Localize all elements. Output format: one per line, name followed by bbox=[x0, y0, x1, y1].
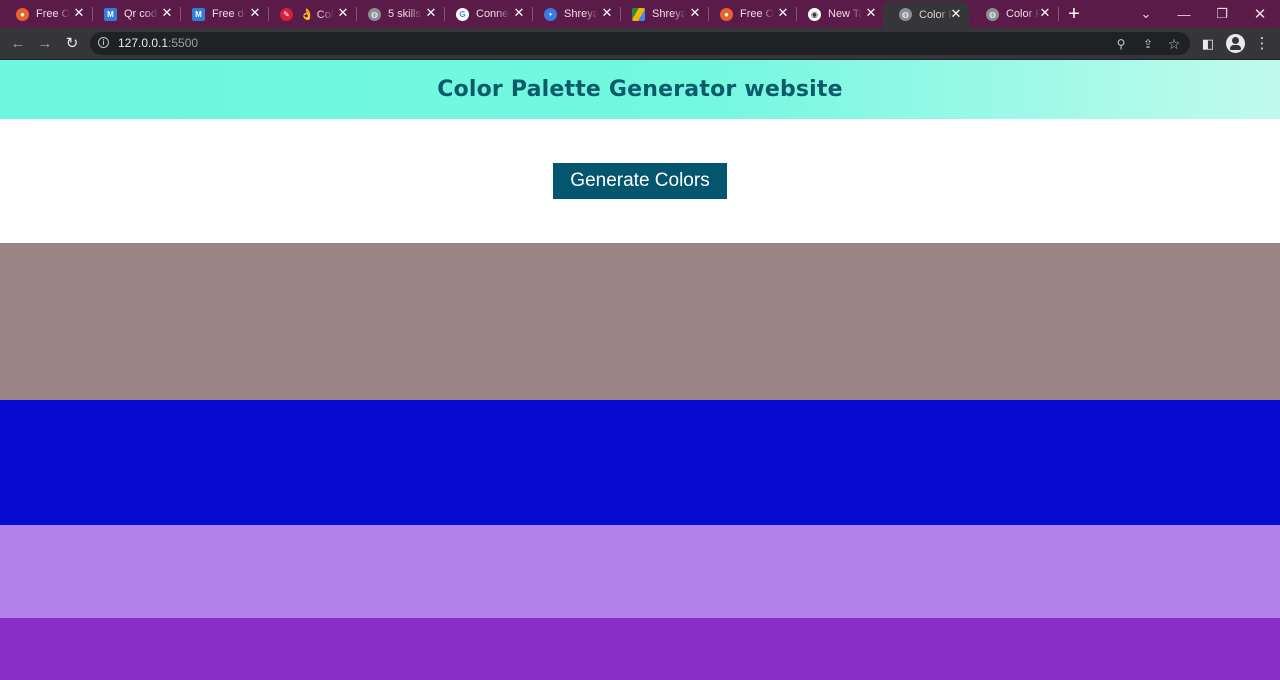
favicon-icon: ● bbox=[720, 7, 733, 21]
favicon-icon: M bbox=[192, 7, 205, 21]
close-tab-icon[interactable]: ✕ bbox=[336, 6, 350, 20]
new-tab-button[interactable]: + bbox=[1064, 4, 1084, 24]
tab-4[interactable]: ◍ 5 skills ✕ bbox=[352, 0, 445, 28]
generate-colors-button[interactable]: Generate Colors bbox=[553, 163, 727, 199]
page-viewport: Color Palette Generator website Generate… bbox=[0, 60, 1280, 680]
favicon-icon: ✎ bbox=[280, 7, 293, 21]
chat-icon: • bbox=[544, 7, 557, 21]
close-tab-icon[interactable]: ✕ bbox=[248, 6, 262, 20]
globe-icon: ◍ bbox=[368, 7, 381, 21]
close-tab-icon[interactable]: ✕ bbox=[1038, 6, 1052, 20]
tab-2[interactable]: M Free download ✕ bbox=[176, 0, 269, 28]
tab-6[interactable]: • Shreyas ✕ bbox=[528, 0, 621, 28]
drive-icon bbox=[632, 7, 645, 21]
back-arrow-icon[interactable]: ← bbox=[8, 34, 28, 54]
tab-9[interactable]: ◉ New Tab ✕ bbox=[792, 0, 884, 28]
reload-icon[interactable]: ↻ bbox=[62, 34, 82, 54]
close-tab-icon[interactable]: ✕ bbox=[949, 7, 963, 21]
browser-toolbar: ← → ↻ i 127.0.0.1:5500 ⚲ ⇪ ☆ ◧ ⋮ bbox=[0, 28, 1280, 60]
close-tab-icon[interactable]: ✕ bbox=[688, 6, 702, 20]
minimize-icon[interactable]: — bbox=[1165, 0, 1203, 28]
chrome-icon: ◉ bbox=[808, 7, 821, 21]
close-tab-icon[interactable]: ✕ bbox=[72, 6, 86, 20]
address-bar[interactable]: i 127.0.0.1:5500 ⚲ ⇪ ☆ bbox=[90, 32, 1190, 55]
globe-icon: ◍ bbox=[986, 7, 999, 21]
page-title: Color Palette Generator website bbox=[437, 77, 843, 102]
close-tab-icon[interactable]: ✕ bbox=[424, 6, 438, 20]
tab-1[interactable]: M Qr code ✕ bbox=[88, 0, 181, 28]
window-close-icon[interactable]: ✕ bbox=[1241, 0, 1279, 28]
tab-7[interactable]: Shreyas ✕ bbox=[616, 0, 709, 28]
close-tab-icon[interactable]: ✕ bbox=[864, 6, 878, 20]
close-tab-icon[interactable]: ✕ bbox=[600, 6, 614, 20]
tab-11[interactable]: ◍ Color Palette ✕ bbox=[970, 0, 1059, 28]
google-g-icon: G bbox=[456, 7, 469, 21]
favicon-icon: ● bbox=[16, 7, 29, 21]
tab-8[interactable]: ● Free Online ✕ bbox=[704, 0, 797, 28]
color-swatch-2 bbox=[0, 400, 1280, 525]
tab-0[interactable]: ● Free Online ✕ bbox=[0, 0, 93, 28]
zoom-icon[interactable]: ⚲ bbox=[1113, 36, 1129, 52]
globe-icon: ◍ bbox=[899, 8, 912, 21]
close-tab-icon[interactable]: ✕ bbox=[160, 6, 174, 20]
share-icon[interactable]: ⇪ bbox=[1140, 36, 1156, 52]
color-swatch-4 bbox=[0, 618, 1280, 680]
color-swatch-3 bbox=[0, 525, 1280, 618]
tab-strip: ● Free Online ✕ M Qr code ✕ M Free downl… bbox=[0, 0, 1280, 28]
favicon-icon: M bbox=[104, 7, 117, 21]
bookmark-star-icon[interactable]: ☆ bbox=[1166, 36, 1182, 52]
page-header: Color Palette Generator website bbox=[0, 60, 1280, 119]
tab-search-chevron-icon[interactable]: ⌄ bbox=[1127, 0, 1165, 28]
site-info-icon[interactable]: i bbox=[98, 37, 109, 48]
tab-10-active[interactable]: ◍ Color Palette ✕ bbox=[883, 1, 969, 28]
close-tab-icon[interactable]: ✕ bbox=[512, 6, 526, 20]
tab-3[interactable]: ✎ 👌 Color ✕ bbox=[264, 0, 357, 28]
side-panel-icon[interactable]: ◧ bbox=[1199, 35, 1217, 53]
url-text: 127.0.0.1:5500 bbox=[118, 36, 199, 50]
close-tab-icon[interactable]: ✕ bbox=[776, 6, 790, 20]
restore-icon[interactable]: ❐ bbox=[1203, 0, 1241, 28]
forward-arrow-icon[interactable]: → bbox=[35, 34, 55, 54]
profile-avatar-icon[interactable] bbox=[1226, 34, 1245, 53]
menu-dots-icon[interactable]: ⋮ bbox=[1253, 35, 1271, 53]
color-swatch-1 bbox=[0, 243, 1280, 400]
tab-5[interactable]: G Connect ✕ bbox=[440, 0, 533, 28]
